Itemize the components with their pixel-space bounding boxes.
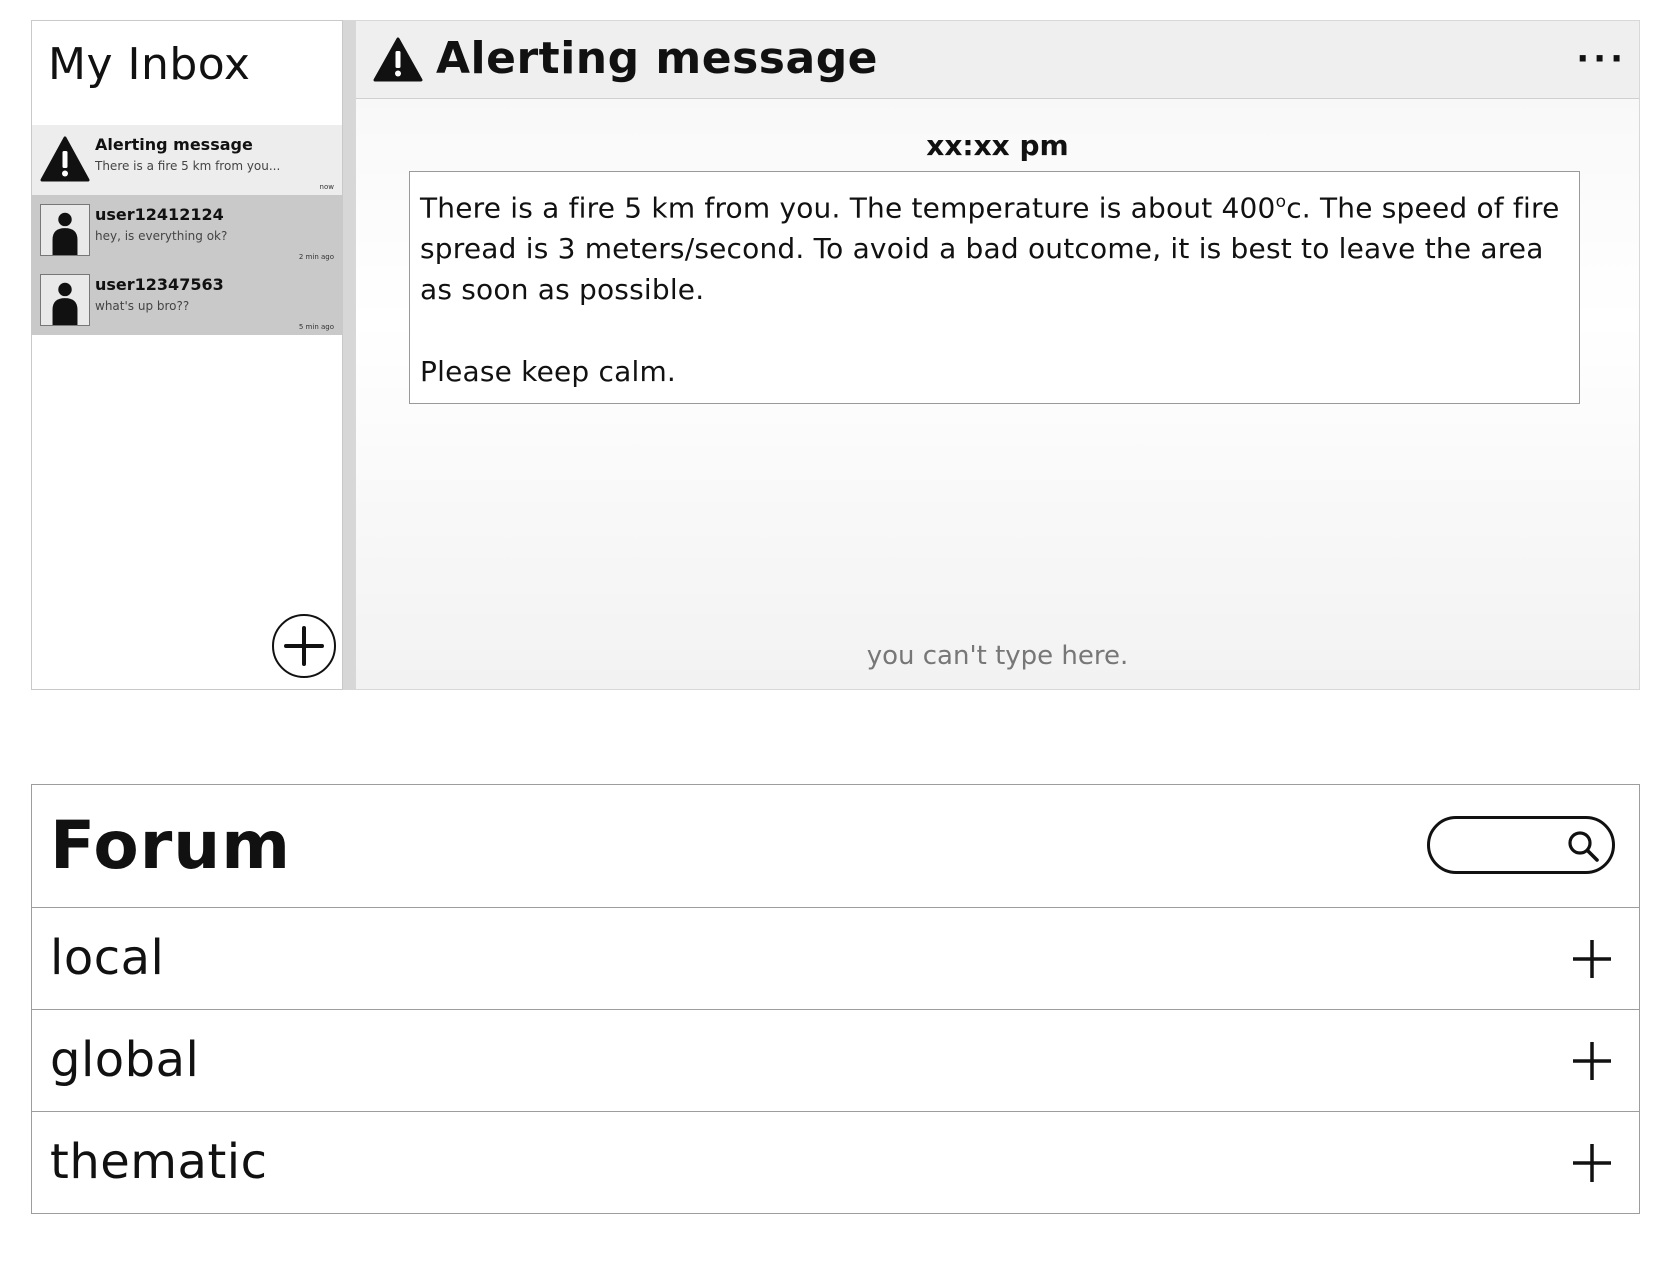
conversation-time: now — [319, 183, 334, 191]
conversation-preview: There is a fire 5 km from you... — [95, 159, 281, 173]
forum-category-label: thematic — [50, 1134, 268, 1190]
search-icon[interactable] — [1566, 829, 1600, 863]
forum-category-thematic[interactable]: thematic — [32, 1112, 1639, 1214]
search-input[interactable] — [1448, 827, 1568, 863]
user-avatar-icon — [40, 204, 90, 256]
conversation-time: 2 min ago — [298, 253, 334, 261]
message-text: There is a fire 5 km from you. The tempe… — [420, 182, 1569, 310]
forum-panel: Forum local global thematic — [31, 784, 1640, 1214]
conversation-name: Alerting message — [95, 135, 253, 154]
plus-circle-icon — [284, 626, 324, 666]
inbox-title: My Inbox — [48, 39, 251, 90]
conversation-item-user[interactable]: user12412124 hey, is everything ok? 2 mi… — [32, 195, 342, 265]
forum-category-label: global — [50, 1032, 200, 1088]
plus-icon[interactable] — [1571, 938, 1613, 980]
conversation-name: user12412124 — [95, 205, 224, 224]
message-title: Alerting message — [436, 33, 879, 84]
conversation-item-alert[interactable]: Alerting message There is a fire 5 km fr… — [32, 125, 342, 195]
message-timestamp: xx:xx pm — [926, 129, 1069, 162]
message-body: There is a fire 5 km from you. The tempe… — [409, 171, 1580, 404]
plus-icon[interactable] — [1571, 1142, 1613, 1184]
forum-title: Forum — [50, 807, 292, 884]
conversation-preview: what's up bro?? — [95, 299, 190, 313]
conversation-time: 5 min ago — [298, 323, 334, 331]
conversation-item-user[interactable]: user12347563 what's up bro?? 5 min ago — [32, 265, 342, 335]
message-text-part: There is a fire 5 km from you. The tempe… — [420, 191, 1276, 225]
conversation-list: Alerting message There is a fire 5 km fr… — [32, 125, 342, 335]
new-conversation-button[interactable] — [272, 614, 336, 678]
forum-category-global[interactable]: global — [32, 1010, 1639, 1112]
more-dots-icon[interactable]: ··· — [1576, 39, 1627, 79]
inbox-panel: My Inbox Alerting message There is a fir… — [31, 20, 343, 690]
forum-header: Forum — [32, 785, 1639, 908]
message-header: Alerting message ··· — [356, 21, 1639, 99]
forum-category-label: local — [50, 930, 165, 986]
degree-sign: o — [1275, 192, 1287, 212]
compose-disabled-hint: you can't type here. — [866, 641, 1129, 671]
warning-icon — [373, 37, 423, 82]
user-avatar-icon — [40, 274, 90, 326]
message-panel: Alerting message ··· xx:xx pm There is a… — [355, 20, 1640, 690]
panel-divider — [343, 20, 355, 690]
plus-icon[interactable] — [1571, 1040, 1613, 1082]
message-closing: Please keep calm. — [420, 355, 677, 389]
conversation-preview: hey, is everything ok? — [95, 229, 228, 243]
search-field[interactable] — [1427, 816, 1615, 874]
conversation-name: user12347563 — [95, 275, 224, 294]
warning-icon — [40, 136, 90, 182]
forum-category-local[interactable]: local — [32, 908, 1639, 1010]
